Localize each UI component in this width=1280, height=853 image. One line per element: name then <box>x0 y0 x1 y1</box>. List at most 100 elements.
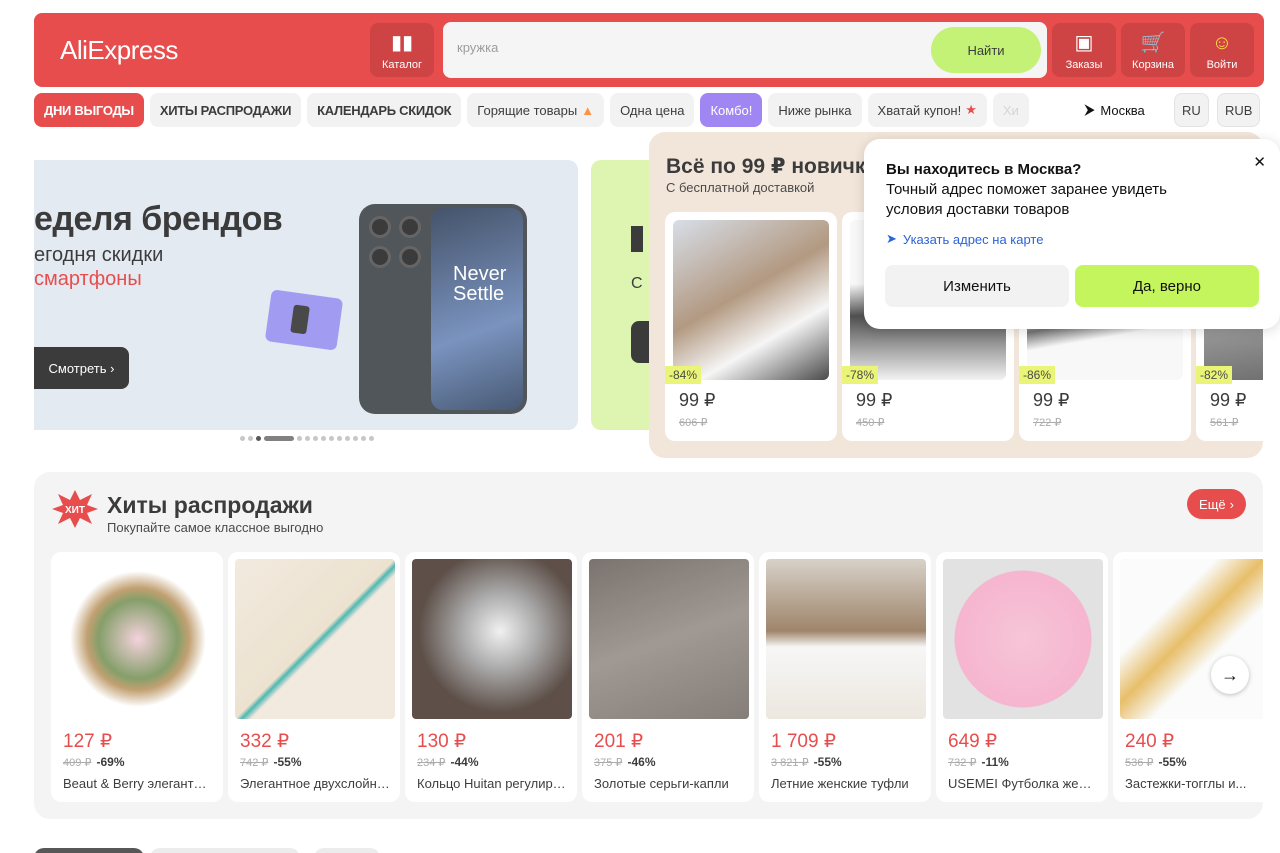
currency-selector[interactable]: RUB <box>1217 93 1261 127</box>
close-icon[interactable]: ✕ <box>1253 153 1266 171</box>
hero-banner[interactable]: еделя брендов егодня скидки смартфоны См… <box>34 160 578 430</box>
nav-item-combo[interactable]: Комбо! <box>700 93 763 127</box>
product-old-price: 722 ₽ <box>1033 417 1062 429</box>
carousel-dot[interactable] <box>256 436 261 441</box>
product-card[interactable]: 649 ₽ 732 ₽ -11% USEMEI Футболка женская <box>936 552 1108 802</box>
old-price: 536 ₽ <box>1125 757 1154 769</box>
product-image <box>943 559 1103 719</box>
product-price: 1 709 ₽ <box>771 731 836 752</box>
product-price: 240 ₽ <box>1125 731 1175 752</box>
phone-tag-image <box>264 289 344 351</box>
search-input[interactable] <box>457 40 917 55</box>
carousel-dot[interactable] <box>313 436 318 441</box>
carousel-dot[interactable] <box>337 436 342 441</box>
cart-button[interactable]: 🛒 Корзина <box>1121 23 1185 77</box>
nav-item-sale-hits[interactable]: ХИТЫ РАСПРОДАЖИ <box>149 93 302 127</box>
product-price: 130 ₽ <box>417 731 467 752</box>
navigation-arrow-icon: ➤ <box>886 231 897 246</box>
product-price: 649 ₽ <box>948 731 998 752</box>
login-label: Войти <box>1206 59 1238 71</box>
camera-lens <box>369 216 391 238</box>
product-image <box>58 559 218 719</box>
search-button[interactable]: Найти <box>931 27 1041 73</box>
confirm-location-button[interactable]: Да, верно <box>1075 265 1259 307</box>
bottom-tab[interactable] <box>150 848 300 853</box>
product-image <box>412 559 572 719</box>
product-old-price-row: 3 821 ₽ -55% <box>771 755 842 769</box>
nav-item-benefit-days[interactable]: ДНИ ВЫГОДЫ <box>34 93 144 127</box>
carousel-dot[interactable] <box>361 436 366 441</box>
nav-item-one-price[interactable]: Одна цена <box>610 93 695 127</box>
more-button[interactable]: Ещё › <box>1187 489 1246 519</box>
product-name: Элегантное двухслойное ожерелье <box>240 776 390 791</box>
product-card[interactable]: 127 ₽ 409 ₽ -69% Beaut & Berry элегантна… <box>51 552 223 802</box>
catalog-label: Каталог <box>382 59 422 71</box>
hero-title: еделя брендов <box>34 200 283 238</box>
login-button[interactable]: ☺ Войти <box>1190 23 1254 77</box>
nav-item-partial[interactable]: Хи <box>992 93 1029 127</box>
carousel-dot[interactable] <box>321 436 326 441</box>
secondary-banner[interactable]: С <box>591 160 651 430</box>
aliexpress-logo[interactable]: AliExpress <box>60 35 178 66</box>
product-old-price-row: 409 ₽ -69% <box>63 755 125 769</box>
cart-label: Корзина <box>1132 59 1174 71</box>
map-address-link[interactable]: ➤ Указать адрес на карте <box>886 231 1043 247</box>
hero-watch-button[interactable]: Смотреть › <box>34 347 129 389</box>
nav-item-hot-goods[interactable]: Горящие товары ▲ <box>467 93 605 127</box>
product-image <box>766 559 926 719</box>
promo-nav: ДНИ ВЫГОДЫ ХИТЫ РАСПРОДАЖИ КАЛЕНДАРЬ СКИ… <box>34 93 1029 127</box>
carousel-dot[interactable] <box>248 436 253 441</box>
product-image <box>1120 559 1263 719</box>
location-selector[interactable]: ⮞ Москва <box>1077 93 1153 127</box>
popup-title: Вы находитесь в Москва? <box>886 161 1082 178</box>
language-selector[interactable]: RU <box>1174 93 1209 127</box>
old-price: 742 ₽ <box>240 757 269 769</box>
smartphone-image: Never Settle <box>359 204 527 414</box>
carousel-dot[interactable] <box>345 436 350 441</box>
promo-99-card[interactable]: -84% 99 ₽ 606 ₽ <box>665 212 837 441</box>
popup-text: Точный адрес поможет заранее увидеть усл… <box>886 181 1167 218</box>
nav-item-coupon[interactable]: Хватай купон! ★ <box>867 93 987 127</box>
carousel-next-arrow-icon[interactable]: → <box>1211 656 1249 694</box>
product-old-price-row: 742 ₽ -55% <box>240 755 302 769</box>
product-old-price-row: 234 ₽ -44% <box>417 755 479 769</box>
nav-item-discount-calendar[interactable]: КАЛЕНДАРЬ СКИДОК <box>307 93 462 127</box>
smiley-icon: ☺ <box>1211 32 1233 54</box>
header-bar: AliExpress ▮▮ Каталог Найти ▣ Заказы 🛒 К… <box>34 13 1264 87</box>
book-icon: ▮▮ <box>390 32 413 54</box>
bottom-tab[interactable] <box>34 848 144 853</box>
carousel-dots[interactable] <box>240 436 374 441</box>
product-card[interactable]: 332 ₽ 742 ₽ -55% Элегантное двухслойное … <box>228 552 400 802</box>
product-price: 201 ₽ <box>594 731 644 752</box>
carousel-dot[interactable] <box>240 436 245 441</box>
product-price: 99 ₽ <box>679 390 716 410</box>
product-name: Золотые серьги-капли <box>594 776 729 791</box>
discount-percent: -55% <box>273 755 302 769</box>
product-old-price-row: 732 ₽ -11% <box>948 755 1009 769</box>
old-price: 234 ₽ <box>417 757 446 769</box>
old-price: 732 ₽ <box>948 757 977 769</box>
product-image <box>673 220 829 380</box>
product-card[interactable]: 1 709 ₽ 3 821 ₽ -55% Летние женские туфл… <box>759 552 931 802</box>
location-label: Москва <box>1100 102 1145 118</box>
camera-lens <box>399 216 421 238</box>
carousel-dot[interactable] <box>297 436 302 441</box>
product-price: 127 ₽ <box>63 731 113 752</box>
carousel-dot[interactable] <box>353 436 358 441</box>
carousel-dot-active[interactable] <box>264 436 294 441</box>
star-icon: ★ <box>965 102 977 117</box>
catalog-button[interactable]: ▮▮ Каталог <box>370 23 434 77</box>
nav-item-below-market[interactable]: Ниже рынка <box>768 93 862 127</box>
bottom-tab[interactable] <box>314 848 380 853</box>
carousel-dot[interactable] <box>329 436 334 441</box>
carousel-dot[interactable] <box>369 436 374 441</box>
banner-button[interactable] <box>631 321 651 363</box>
product-name: Кольцо Huitan регулируемое <box>417 776 567 791</box>
product-card[interactable]: 130 ₽ 234 ₽ -44% Кольцо Huitan регулируе… <box>405 552 577 802</box>
orders-button[interactable]: ▣ Заказы <box>1052 23 1116 77</box>
fire-icon: ▲ <box>581 102 595 118</box>
product-card[interactable]: 201 ₽ 375 ₽ -46% Золотые серьги-капли <box>582 552 754 802</box>
product-price: 99 ₽ <box>1210 390 1247 410</box>
carousel-dot[interactable] <box>305 436 310 441</box>
change-location-button[interactable]: Изменить <box>885 265 1069 307</box>
